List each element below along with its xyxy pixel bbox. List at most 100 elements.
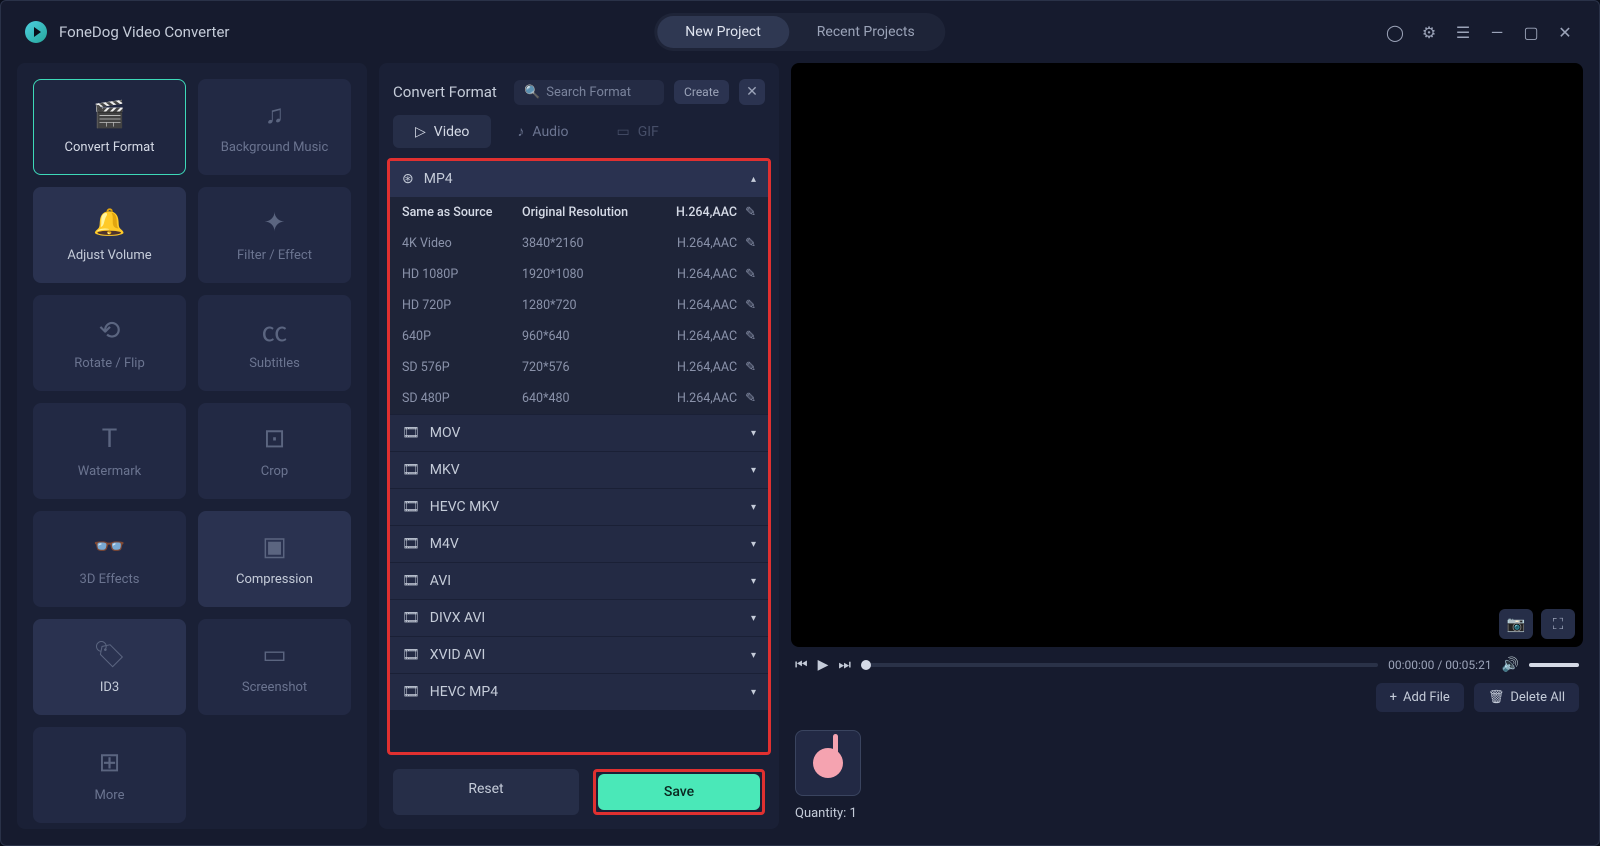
tool-adjust-volume[interactable]: 🔔Adjust Volume <box>33 187 186 283</box>
chevron-down-icon: ▾ <box>751 613 756 624</box>
volume-icon: 🔔 <box>92 208 128 238</box>
tool-3d-effects[interactable]: 👓3D Effects <box>33 511 186 607</box>
save-button[interactable]: Save <box>598 774 760 810</box>
close-icon[interactable]: ✕ <box>1555 22 1575 42</box>
edit-icon[interactable]: ✎ <box>745 236 756 251</box>
format-group-mkv[interactable]: 🎞MKV▾ <box>390 452 768 488</box>
format-list[interactable]: ⊛ MP4 ▴ Same as SourceOriginal Resolutio… <box>387 158 771 755</box>
format-tab-audio[interactable]: ♪Audio <box>495 115 590 148</box>
seek-slider[interactable] <box>861 663 1378 667</box>
chevron-down-icon: ▾ <box>751 650 756 661</box>
format-row[interactable]: HD 720P1280*720H.264,AAC✎ <box>390 290 768 321</box>
film-icon: 🎞 <box>402 425 420 441</box>
format-tab-video[interactable]: ▷Video <box>393 115 491 148</box>
convert-icon: 🎬 <box>92 100 128 130</box>
format-group-avi[interactable]: 🎞AVI▾ <box>390 563 768 599</box>
edit-icon[interactable]: ✎ <box>745 267 756 282</box>
chevron-down-icon: ▾ <box>751 576 756 587</box>
format-row[interactable]: SD 480P640*480H.264,AAC✎ <box>390 383 768 414</box>
queue-item[interactable] <box>795 730 861 796</box>
menu-icon[interactable]: ☰ <box>1453 22 1473 42</box>
panel-title: Convert Format <box>393 83 504 101</box>
tool-rotate-flip[interactable]: ⟲Rotate / Flip <box>33 295 186 391</box>
format-tab-gif[interactable]: ▭GIF <box>594 115 680 148</box>
next-button[interactable]: ⏭ <box>838 657 851 673</box>
format-group-m4v[interactable]: 🎞M4V▾ <box>390 526 768 562</box>
maximize-icon[interactable]: ▢ <box>1521 22 1541 42</box>
format-group-divx-avi[interactable]: 🎞DIVX AVI▾ <box>390 600 768 636</box>
volume-icon[interactable]: 🔊 <box>1502 657 1519 673</box>
tool-watermark[interactable]: TWatermark <box>33 403 186 499</box>
project-tabs: New Project Recent Projects <box>654 13 945 51</box>
tools-sidebar: 🎬Convert Format♫Background Music🔔Adjust … <box>17 63 367 829</box>
delete-all-button[interactable]: 🗑Delete All <box>1474 683 1579 712</box>
tool-crop[interactable]: ⊡Crop <box>198 403 351 499</box>
3d-icon: 👓 <box>92 532 128 562</box>
tool-compression[interactable]: ▣Compression <box>198 511 351 607</box>
player-controls: ⏮ ▶ ⏭ 00:00:00 / 00:05:21 🔊 <box>791 657 1583 673</box>
video-icon: ▷ <box>415 124 426 140</box>
chevron-down-icon: ▾ <box>751 539 756 550</box>
rotate-icon: ⟲ <box>92 316 128 346</box>
music-icon: ♫ <box>257 100 293 130</box>
tab-recent-projects[interactable]: Recent Projects <box>789 16 943 48</box>
window-controls: ◯ ⚙ ☰ — ▢ ✕ <box>1385 22 1575 42</box>
tab-new-project[interactable]: New Project <box>657 16 789 48</box>
app-logo-icon <box>25 21 47 43</box>
format-row[interactable]: SD 576P720*576H.264,AAC✎ <box>390 352 768 383</box>
chevron-up-icon: ▴ <box>751 174 756 185</box>
chevron-down-icon: ▾ <box>751 465 756 476</box>
tool-id3[interactable]: 🏷ID3 <box>33 619 186 715</box>
film-icon: 🎞 <box>402 536 420 552</box>
volume-slider[interactable] <box>1529 663 1579 667</box>
file-queue: Quantity: 1 <box>791 722 1583 829</box>
add-file-button[interactable]: +Add File <box>1376 683 1464 712</box>
format-row[interactable]: Same as SourceOriginal ResolutionH.264,A… <box>390 197 768 228</box>
tool-filter-effect[interactable]: ✦Filter / Effect <box>198 187 351 283</box>
format-group-mov[interactable]: 🎞MOV▾ <box>390 415 768 451</box>
format-panel: Convert Format 🔍 Search Format Create ✕ … <box>379 63 779 829</box>
tool-more[interactable]: ⊞More <box>33 727 186 823</box>
prev-button[interactable]: ⏮ <box>795 657 808 673</box>
edit-icon[interactable]: ✎ <box>745 205 756 220</box>
subtitles-icon: ㏄ <box>257 316 293 346</box>
settings-icon[interactable]: ⚙ <box>1419 22 1439 42</box>
tool-screenshot[interactable]: ▭Screenshot <box>198 619 351 715</box>
play-button[interactable]: ▶ <box>818 657 829 673</box>
plus-icon: + <box>1390 690 1397 705</box>
format-group-hevc-mp4[interactable]: 🎞HEVC MP4▾ <box>390 674 768 710</box>
reset-button[interactable]: Reset <box>393 769 579 815</box>
edit-icon[interactable]: ✎ <box>745 360 756 375</box>
chevron-down-icon: ▾ <box>751 502 756 513</box>
edit-icon[interactable]: ✎ <box>745 391 756 406</box>
chevron-down-icon: ▾ <box>751 687 756 698</box>
more-icon: ⊞ <box>92 748 128 778</box>
fullscreen-button[interactable]: ⛶ <box>1541 609 1575 639</box>
titlebar: FoneDog Video Converter New Project Rece… <box>9 9 1591 55</box>
video-preview: 📷 ⛶ <box>791 63 1583 647</box>
format-row[interactable]: 640P960*640H.264,AAC✎ <box>390 321 768 352</box>
format-row[interactable]: HD 1080P1920*1080H.264,AAC✎ <box>390 259 768 290</box>
snapshot-button[interactable]: 📷 <box>1499 609 1533 639</box>
format-group-mp4[interactable]: ⊛ MP4 ▴ <box>390 161 768 197</box>
film-icon: 🎞 <box>402 684 420 700</box>
quantity-label: Quantity: 1 <box>795 806 1579 821</box>
app-title: FoneDog Video Converter <box>59 23 229 41</box>
format-group-xvid-avi[interactable]: 🎞XVID AVI▾ <box>390 637 768 673</box>
audio-icon: ♪ <box>517 123 524 140</box>
minimize-icon[interactable]: — <box>1487 22 1507 42</box>
filter-icon: ✦ <box>257 208 293 238</box>
screenshot-icon: ▭ <box>257 640 293 670</box>
format-row[interactable]: 4K Video3840*2160H.264,AAC✎ <box>390 228 768 259</box>
compress-icon: ▣ <box>257 532 293 562</box>
create-button[interactable]: Create <box>674 80 729 104</box>
format-group-hevc-mkv[interactable]: 🎞HEVC MKV▾ <box>390 489 768 525</box>
tool-background-music[interactable]: ♫Background Music <box>198 79 351 175</box>
tool-convert-format[interactable]: 🎬Convert Format <box>33 79 186 175</box>
tool-subtitles[interactable]: ㏄Subtitles <box>198 295 351 391</box>
edit-icon[interactable]: ✎ <box>745 298 756 313</box>
edit-icon[interactable]: ✎ <box>745 329 756 344</box>
account-icon[interactable]: ◯ <box>1385 22 1405 42</box>
close-panel-button[interactable]: ✕ <box>739 79 765 105</box>
search-input[interactable]: 🔍 Search Format <box>514 80 664 105</box>
